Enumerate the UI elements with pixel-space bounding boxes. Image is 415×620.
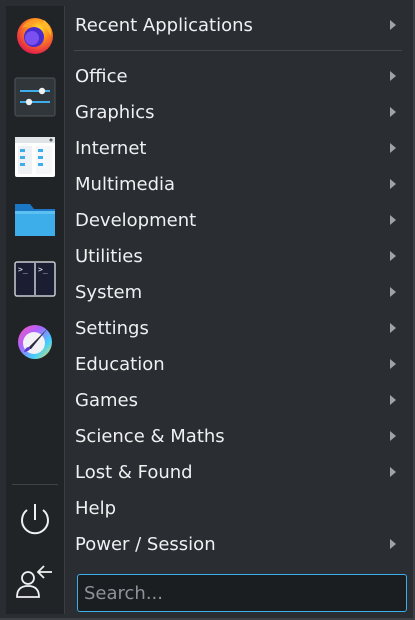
terminal-icon[interactable]: >_ >_ xyxy=(14,258,56,300)
system-settings-icon[interactable] xyxy=(14,76,56,118)
logout-icon[interactable] xyxy=(14,560,56,602)
menu-item-label: Lost & Found xyxy=(75,461,193,483)
chevron-right-icon xyxy=(390,20,396,30)
chevron-right-icon xyxy=(390,287,396,297)
chevron-right-icon xyxy=(390,359,396,369)
chevron-right-icon xyxy=(390,71,396,81)
chevron-right-icon xyxy=(390,467,396,477)
application-launcher-menu: >_ >_ Recent Applications Office Graphic… xyxy=(0,0,415,620)
menu-item-label: Multimedia xyxy=(75,173,176,195)
menu-item-label: Internet xyxy=(75,137,147,159)
menu-item-power-session[interactable]: Power / Session xyxy=(64,526,410,562)
menu-item-label: Settings xyxy=(75,317,149,339)
menu-item-label: Development xyxy=(75,209,197,231)
favorites-panel: >_ >_ xyxy=(6,6,65,614)
menu-item-multimedia[interactable]: Multimedia xyxy=(64,166,410,202)
menu-item-office[interactable]: Office xyxy=(64,58,410,94)
chevron-right-icon xyxy=(390,431,396,441)
favorites-separator xyxy=(12,484,58,485)
menu-item-label: Utilities xyxy=(75,245,143,267)
menu-item-graphics[interactable]: Graphics xyxy=(64,94,410,130)
recent-separator xyxy=(74,50,402,51)
menu-item-recent-applications[interactable]: Recent Applications xyxy=(64,7,410,43)
chevron-right-icon xyxy=(390,143,396,153)
menu-item-settings[interactable]: Settings xyxy=(64,310,410,346)
menu-item-label: Recent Applications xyxy=(75,14,253,36)
file-manager-icon[interactable] xyxy=(14,136,56,178)
search-box[interactable] xyxy=(77,574,407,612)
chevron-right-icon xyxy=(390,107,396,117)
menu-item-development[interactable]: Development xyxy=(64,202,410,238)
menu-item-help[interactable]: Help xyxy=(64,490,410,526)
chevron-right-icon xyxy=(390,395,396,405)
svg-text:>_: >_ xyxy=(38,265,48,274)
menu-item-utilities[interactable]: Utilities xyxy=(64,238,410,274)
menu-item-system[interactable]: System xyxy=(64,274,410,310)
menu-item-education[interactable]: Education xyxy=(64,346,410,382)
menu-item-label: Science & Maths xyxy=(75,425,225,447)
menu-item-label: Education xyxy=(75,353,165,375)
menu-item-games[interactable]: Games xyxy=(64,382,410,418)
chevron-right-icon xyxy=(390,179,396,189)
menu-item-label: Power / Session xyxy=(75,533,216,555)
menu-item-label: Office xyxy=(75,65,128,87)
power-icon[interactable] xyxy=(14,500,56,542)
firefox-icon[interactable] xyxy=(14,14,56,56)
menu-item-label: Games xyxy=(75,389,138,411)
search-input[interactable] xyxy=(78,575,406,611)
chevron-right-icon xyxy=(390,539,396,549)
menu-item-lost-found[interactable]: Lost & Found xyxy=(64,454,410,490)
menu-item-internet[interactable]: Internet xyxy=(64,130,410,166)
folder-icon[interactable] xyxy=(14,198,56,240)
menu-item-label: System xyxy=(75,281,143,303)
menu-item-label: Graphics xyxy=(75,101,155,123)
menu-item-label: Help xyxy=(75,497,117,519)
krita-icon[interactable] xyxy=(14,320,56,362)
menu-item-science-maths[interactable]: Science & Maths xyxy=(64,418,410,454)
chevron-right-icon xyxy=(390,323,396,333)
chevron-right-icon xyxy=(390,251,396,261)
svg-text:>_: >_ xyxy=(18,265,28,274)
chevron-right-icon xyxy=(390,215,396,225)
